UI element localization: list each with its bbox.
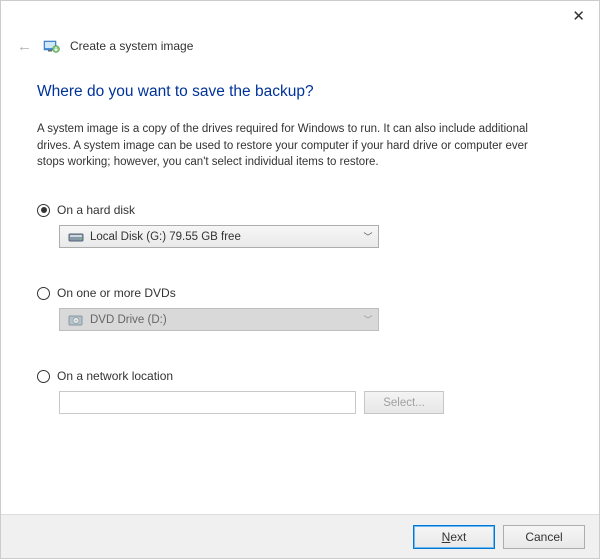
chevron-down-icon: ﹀ <box>358 230 378 243</box>
option-network: On a network location Select... <box>37 369 563 414</box>
titlebar: ← Create a system image <box>17 37 193 55</box>
close-button[interactable]: ✕ <box>572 7 585 25</box>
dvd-dropdown[interactable]: DVD Drive (D:) ﹀ <box>59 308 379 331</box>
hard-disk-dropdown[interactable]: Local Disk (G:) 79.55 GB free ﹀ <box>59 225 379 248</box>
chevron-down-icon: ﹀ <box>358 313 378 326</box>
page-heading: Where do you want to save the backup? <box>37 83 563 101</box>
hard-disk-value: Local Disk (G:) 79.55 GB free <box>90 231 358 243</box>
next-button[interactable]: Next <box>413 525 495 549</box>
radio-network[interactable] <box>37 370 50 383</box>
dvd-drive-icon <box>68 313 84 327</box>
hard-disk-icon <box>68 230 84 244</box>
radio-hard-disk[interactable] <box>37 204 50 217</box>
back-arrow-icon[interactable]: ← <box>17 39 32 54</box>
option-dvd: On one or more DVDs DVD Drive (D:) ﹀ <box>37 286 563 331</box>
cancel-button[interactable]: Cancel <box>503 525 585 549</box>
system-image-icon <box>42 37 60 55</box>
footer: Next Cancel <box>1 514 599 558</box>
option-hard-disk: On a hard disk Local Disk (G:) 79.55 GB … <box>37 203 563 248</box>
network-path-input[interactable] <box>59 391 356 414</box>
window-title: Create a system image <box>70 39 193 53</box>
radio-dvd-label: On one or more DVDs <box>57 286 176 300</box>
content-area: Where do you want to save the backup? A … <box>37 83 563 452</box>
select-network-button[interactable]: Select... <box>364 391 444 414</box>
radio-dvd[interactable] <box>37 287 50 300</box>
radio-hard-disk-label: On a hard disk <box>57 203 135 217</box>
radio-network-label: On a network location <box>57 369 173 383</box>
next-button-label: Next <box>442 530 467 544</box>
dvd-value: DVD Drive (D:) <box>90 314 358 326</box>
page-description: A system image is a copy of the drives r… <box>37 121 557 171</box>
cancel-button-label: Cancel <box>525 530 562 544</box>
